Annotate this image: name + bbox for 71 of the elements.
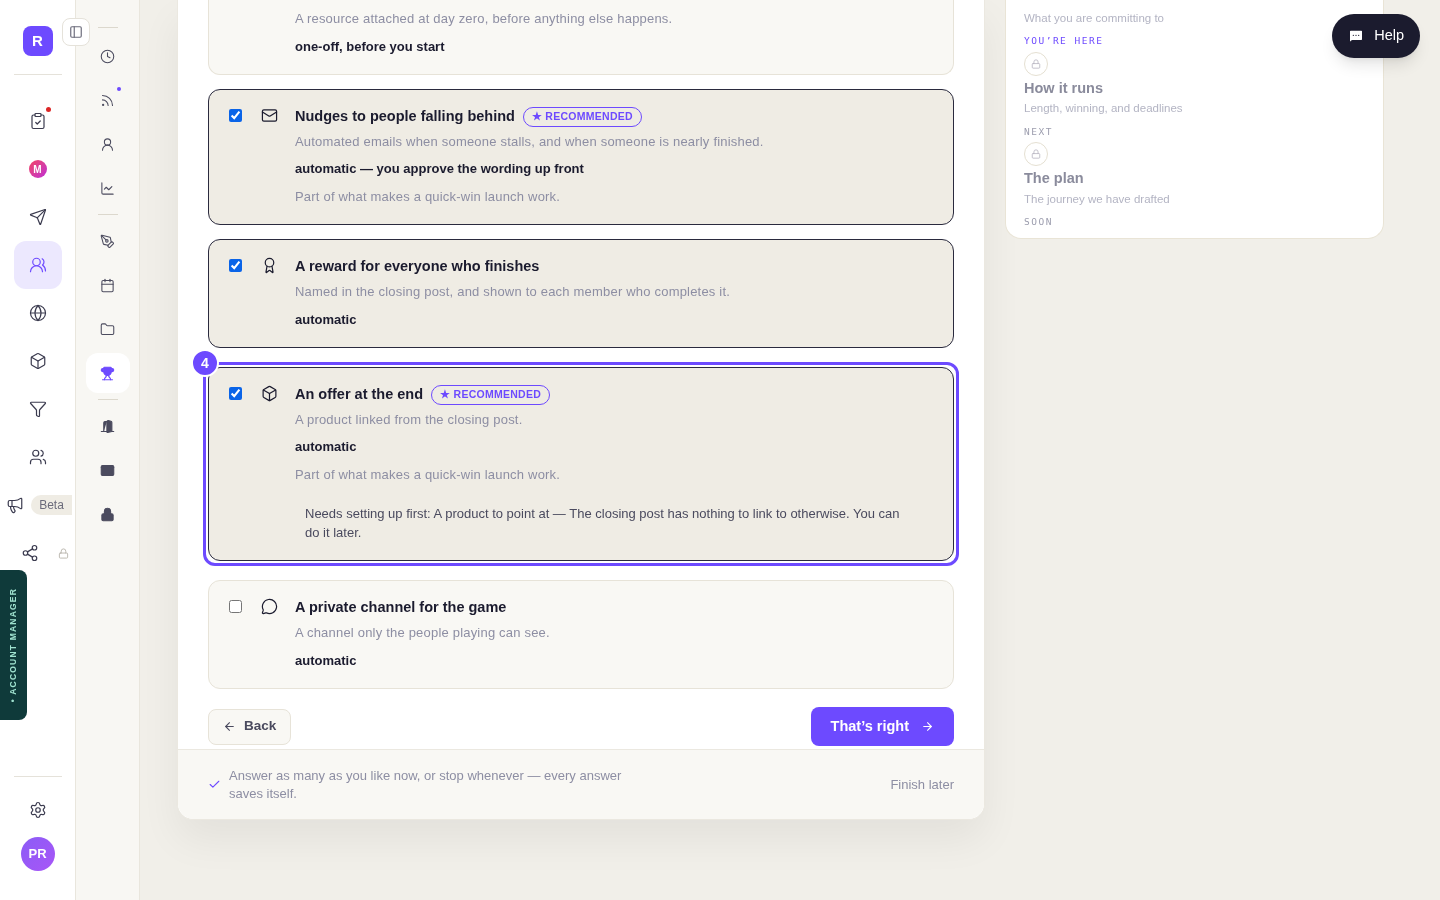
beta-badge: Beta (31, 495, 72, 515)
autosave-message: Answer as many as you like now, or stop whenever — every answer saves itself. (229, 766, 623, 803)
megaphone-icon (6, 496, 25, 514)
sidebar-toggle[interactable] (62, 18, 90, 46)
filter-icon (28, 400, 47, 418)
step-subtitle: The journey we have drafted (1024, 191, 1170, 207)
clock-icon (100, 48, 115, 64)
option-timing: automatic (295, 651, 358, 670)
step-title: How it runs (1024, 78, 1103, 98)
chat-icon (261, 598, 278, 616)
option-timing: one-off, before you start (295, 37, 446, 56)
option-title: A private channel for the game (295, 598, 507, 618)
folder-icon (100, 321, 115, 337)
send-icon (28, 208, 47, 226)
option-description: Automated emails when someone stalls, and when someone is nearly finished. (295, 132, 765, 151)
workspace-logo[interactable]: R (22, 26, 53, 56)
box-icon (28, 352, 47, 370)
option-title: A reward for everyone who finishes (295, 257, 540, 277)
step-subtitle: What you are committing to (1024, 11, 1164, 26)
option-checkbox[interactable] (229, 387, 242, 400)
option-title: Nudges to people falling behind (295, 107, 515, 126)
people-nav-button[interactable] (13, 241, 62, 289)
setup-note: Needs setting up first: A product to point at — The closing post has nothing to link to otherwise. You can do it later. (305, 505, 901, 543)
step-title: The plan (1024, 168, 1084, 188)
step-badge: 4 (191, 349, 219, 377)
settings-icon (28, 801, 47, 819)
help-button[interactable]: Help (1332, 14, 1420, 58)
option-timing: automatic — you approve the wording up front (295, 160, 585, 179)
chart-icon (100, 180, 115, 196)
finish-later-link[interactable]: Finish later (890, 774, 954, 795)
step-status: YOU’RE HERE (1024, 34, 1104, 49)
step-status: NEXT (1024, 124, 1053, 139)
option-timing: automatic (295, 310, 358, 329)
calendar-icon (100, 277, 115, 293)
option-timing: automatic (295, 438, 358, 457)
trophy-nav-button[interactable] (85, 353, 130, 393)
option-description: A product linked from the closing post. (295, 410, 524, 429)
share-icon (21, 544, 39, 562)
option-checkbox[interactable] (229, 259, 242, 273)
option-description: Named in the closing post, and shown to each member who completes it. (295, 283, 732, 301)
user-avatar[interactable]: PR (20, 837, 55, 871)
confirm-button[interactable]: That’s right (810, 707, 954, 746)
option-checkbox[interactable] (229, 600, 242, 614)
lock-icon (100, 506, 115, 522)
back-button[interactable]: Back (208, 708, 292, 745)
check-icon (208, 778, 221, 791)
step-subtitle: Length, winning, and deadlines (1024, 101, 1183, 117)
trophy-icon (100, 365, 115, 381)
app-nav-button[interactable]: M (13, 145, 62, 193)
option-checkbox[interactable] (229, 109, 242, 122)
globe-icon (28, 304, 47, 322)
step-status: SOON (1024, 214, 1053, 229)
rss-icon (100, 92, 115, 108)
clipboard-icon (28, 112, 47, 130)
account-manager-tab[interactable]: • ACCOUNT MANAGER (0, 570, 27, 720)
option-note: Part of what makes a quick-win launch work. (295, 187, 562, 206)
pen-icon (100, 233, 115, 249)
users-icon (28, 448, 47, 466)
option-description: A channel only the people playing can see. (295, 624, 551, 642)
option-title: An offer at the end (295, 385, 424, 404)
door-icon (100, 418, 115, 434)
app-logo: M (28, 160, 47, 178)
panel-icon (69, 25, 83, 39)
people-icon (28, 256, 47, 274)
option-note: Part of what makes a quick-win launch work. (295, 465, 562, 484)
chat-icon (1348, 28, 1365, 44)
option-description: A resource attached at day zero, before anything else happens. (295, 10, 674, 28)
arrow-right-icon (921, 720, 934, 733)
user-icon (100, 136, 115, 152)
box-icon (261, 385, 278, 402)
arrow-left-icon (223, 720, 236, 733)
